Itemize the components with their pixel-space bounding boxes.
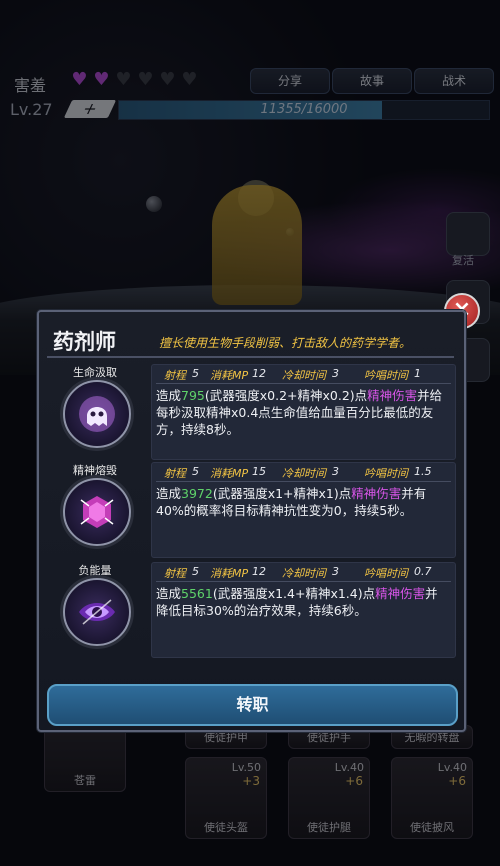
change-class-button[interactable]: 转职 xyxy=(47,684,458,726)
skill-name: 精神熔毁 xyxy=(73,464,117,477)
stat-label-cast: 吟唱时间 xyxy=(364,567,408,580)
skill-stats: 射程 5 消耗MP 12 冷却时间 3 吟唱时间 1 xyxy=(152,365,455,383)
stat-label-cooldown: 冷却时间 xyxy=(282,567,326,580)
stat-cast: 1.5 xyxy=(414,465,432,478)
stat-divider xyxy=(156,383,451,384)
stat-cast: 0.7 xyxy=(414,565,432,578)
stat-label-range: 射程 xyxy=(164,369,186,382)
skill-panel: 射程 5 消耗MP 15 冷却时间 3 吟唱时间 1.5 造成3972(武器强度… xyxy=(151,462,456,558)
skill-name: 生命汲取 xyxy=(73,366,117,379)
shattered-cube-icon[interactable] xyxy=(63,478,131,546)
stat-label-range: 射程 xyxy=(164,467,186,480)
stat-cooldown: 3 xyxy=(332,565,339,578)
stat-range: 5 xyxy=(192,367,199,380)
stat-label-mp: 消耗MP xyxy=(210,567,249,580)
stat-cooldown: 3 xyxy=(332,465,339,478)
skill-description: 造成795(武器强度x0.2+精神x0.2)点精神伤害并给每秒汲取精神x0.4点… xyxy=(156,388,443,437)
stat-divider xyxy=(156,481,451,482)
skill-row: 负能量 射程 5 消耗MP 12 冷却时间 3 吟唱时间 0.7 造成5561(… xyxy=(49,562,456,658)
stat-range: 5 xyxy=(192,565,199,578)
skill-description: 造成5561(武器强度x1.4+精神x1.4)点精神伤害并降低目标30%的治疗效… xyxy=(156,586,438,618)
stat-label-range: 射程 xyxy=(164,567,186,580)
skill-row: 精神熔毁 射程 5 消耗MP 15 冷却时间 3 吟唱时间 1.5 造成3972… xyxy=(49,462,456,558)
skill-icon-wrap: 负能量 xyxy=(49,562,141,658)
stat-mp: 12 xyxy=(252,367,266,380)
modal-description: 擅长使用生物手段削弱、打击敌人的药学学者。 xyxy=(159,336,412,350)
stat-label-cast: 吟唱时间 xyxy=(364,467,408,480)
skill-description: 造成3972(武器强度x1+精神x1)点精神伤害并有40%的概率将目标精神抗性变… xyxy=(156,486,427,518)
skill-panel: 射程 5 消耗MP 12 冷却时间 3 吟唱时间 1 造成795(武器强度x0.… xyxy=(151,364,456,460)
stat-mp: 12 xyxy=(252,565,266,578)
dark-eye-icon[interactable] xyxy=(63,578,131,646)
stat-label-cooldown: 冷却时间 xyxy=(282,467,326,480)
skill-stats: 射程 5 消耗MP 15 冷却时间 3 吟唱时间 1.5 xyxy=(152,463,455,481)
skill-icon-wrap: 生命汲取 xyxy=(49,364,141,460)
class-change-modal: 药剂师 擅长使用生物手段削弱、打击敌人的药学学者。 生命汲取 射程 5 消耗MP… xyxy=(37,310,466,732)
skill-icon-wrap: 精神熔毁 xyxy=(49,462,141,558)
stat-mp: 15 xyxy=(252,465,266,478)
skill-row: 生命汲取 射程 5 消耗MP 12 冷却时间 3 吟唱时间 1 造成795(武器… xyxy=(49,364,456,460)
stat-range: 5 xyxy=(192,465,199,478)
ghost-skull-icon[interactable] xyxy=(63,380,131,448)
skill-stats: 射程 5 消耗MP 12 冷却时间 3 吟唱时间 0.7 xyxy=(152,563,455,581)
stat-cast: 1 xyxy=(414,367,421,380)
stat-label-cooldown: 冷却时间 xyxy=(282,369,326,382)
skill-name: 负能量 xyxy=(78,564,112,577)
divider xyxy=(47,356,454,358)
stat-label-mp: 消耗MP xyxy=(210,467,249,480)
modal-title: 药剂师 xyxy=(53,330,116,354)
stat-label-cast: 吟唱时间 xyxy=(364,369,408,382)
stat-label-mp: 消耗MP xyxy=(210,369,249,382)
skill-panel: 射程 5 消耗MP 12 冷却时间 3 吟唱时间 0.7 造成5561(武器强度… xyxy=(151,562,456,658)
stat-cooldown: 3 xyxy=(332,367,339,380)
stat-divider xyxy=(156,581,451,582)
